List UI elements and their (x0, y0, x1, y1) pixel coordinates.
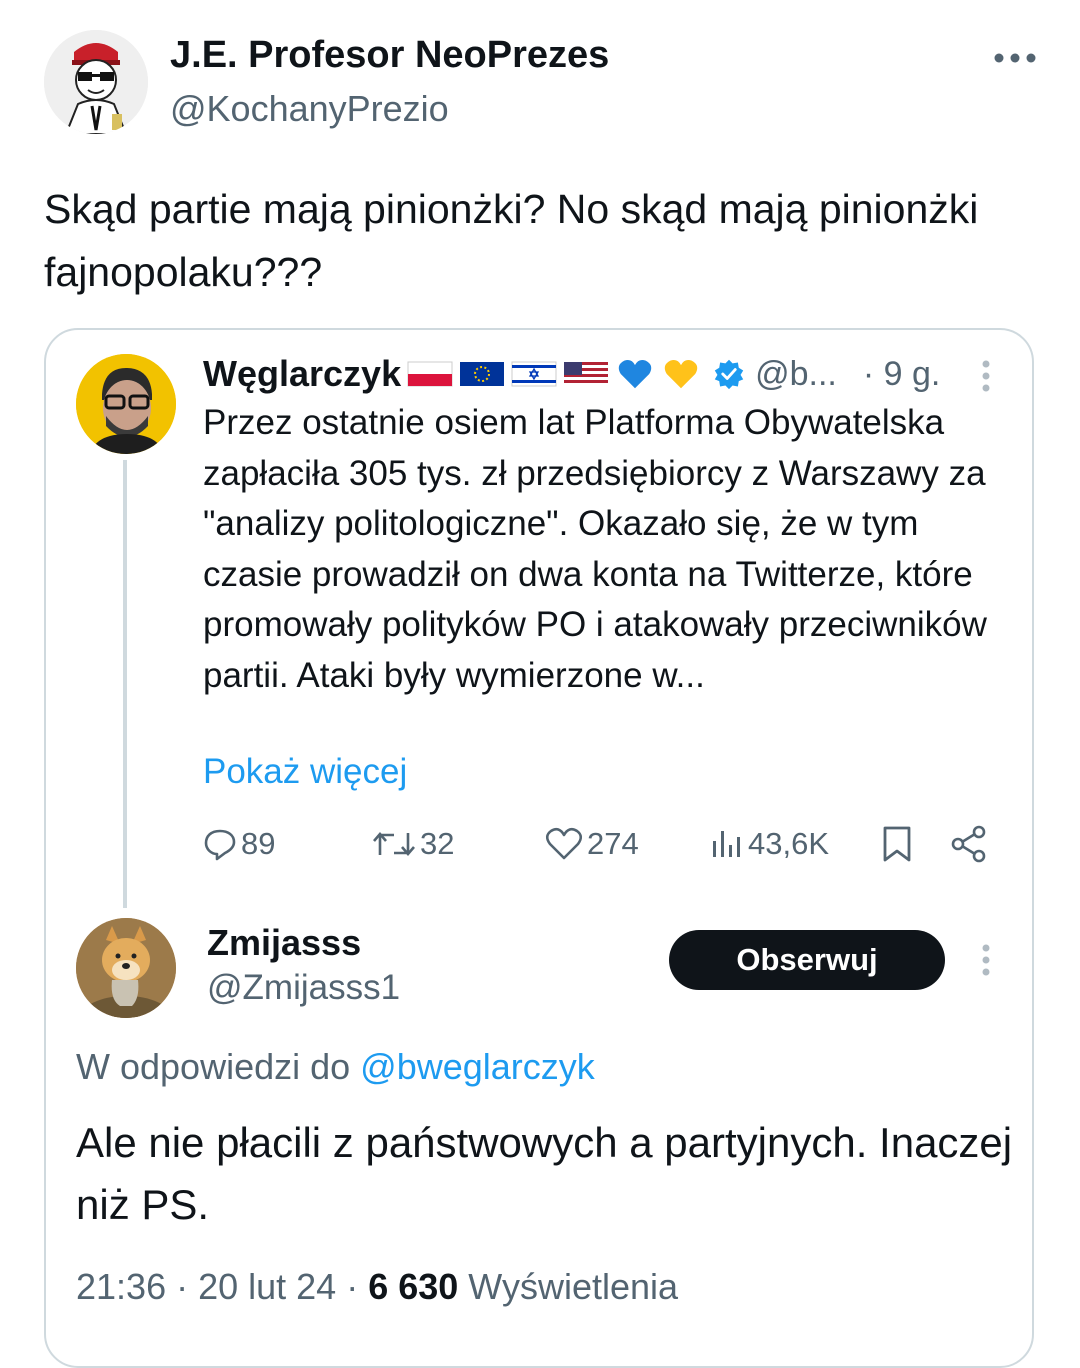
reply-to-mention[interactable]: @bweglarczyk (360, 1046, 595, 1087)
reply-text: Ale nie płacili z państwowych a partyjny… (76, 1119, 1013, 1228)
bookmark-icon (883, 826, 911, 862)
views-chart-icon (713, 831, 740, 857)
reply-context: W odpowiedzi do @bweglarczyk (76, 1046, 595, 1088)
quoted-more-options-icon[interactable] (978, 358, 994, 394)
retweet-icon (373, 832, 415, 856)
flag-poland-icon (407, 361, 453, 387)
views-action[interactable]: 43,6K (710, 822, 829, 866)
reply-to-prefix: W odpowiedzi do (76, 1046, 351, 1087)
reply-action[interactable]: 89 (203, 822, 275, 866)
post-text: Skąd partie mają pinionżki? No skąd mają… (44, 186, 979, 295)
flag-usa-icon (564, 362, 609, 386)
like-action[interactable]: 274 (545, 822, 639, 866)
bookmark-button[interactable] (880, 822, 918, 866)
reply-timestamp[interactable]: 21:36 · 20 lut 24 · (76, 1266, 368, 1307)
reply-views-label: Wyświetlenia (468, 1266, 679, 1307)
heart-icon (545, 827, 583, 860)
reply-icon (204, 829, 236, 861)
reply-views-count: 6 630 (368, 1266, 459, 1307)
quoted-tweet-time[interactable]: · 9 g. (863, 355, 940, 394)
quoted-author-handle[interactable]: @b... (755, 355, 837, 394)
views-count: 43,6K (748, 826, 830, 861)
retweet-count: 32 (420, 826, 455, 861)
reply-count: 89 (241, 826, 276, 861)
quoted-author-avatar[interactable] (76, 354, 176, 454)
more-options-icon[interactable] (990, 46, 1040, 70)
share-icon (951, 825, 986, 863)
show-more-link[interactable]: Pokaż więcej (203, 752, 407, 792)
share-button[interactable] (950, 822, 992, 866)
like-count: 274 (587, 826, 639, 861)
flag-israel-icon (511, 361, 557, 387)
quoted-author-name[interactable]: Węglarczyk (203, 353, 401, 395)
author-handle[interactable]: @KochanyPrezio (170, 88, 449, 130)
flag-eu-icon (460, 362, 505, 386)
reply-author-avatar[interactable] (76, 918, 176, 1018)
author-avatar[interactable] (44, 30, 148, 134)
author-name[interactable]: J.E. Profesor NeoPrezes (170, 34, 609, 77)
follow-button[interactable]: Obserwuj (669, 930, 945, 990)
retweet-action[interactable]: 32 (372, 822, 454, 866)
quoted-tweet-header: Węglarczyk @b... · 9 g. (203, 352, 940, 396)
reply-more-options-icon[interactable] (978, 942, 994, 978)
thread-connector-line (123, 460, 127, 908)
reply-meta: 21:36 · 20 lut 24 · 6 630 Wyświetlenia (76, 1266, 678, 1308)
reply-author-name[interactable]: Zmijasss (207, 922, 361, 964)
reply-author-handle[interactable]: @Zmijasss1 (207, 968, 400, 1008)
yellow-heart-icon (664, 359, 698, 389)
verified-badge-icon (714, 359, 744, 390)
blue-heart-icon (618, 359, 652, 389)
quoted-tweet-text: Przez ostatnie osiem lat Platforma Obywa… (203, 403, 987, 695)
